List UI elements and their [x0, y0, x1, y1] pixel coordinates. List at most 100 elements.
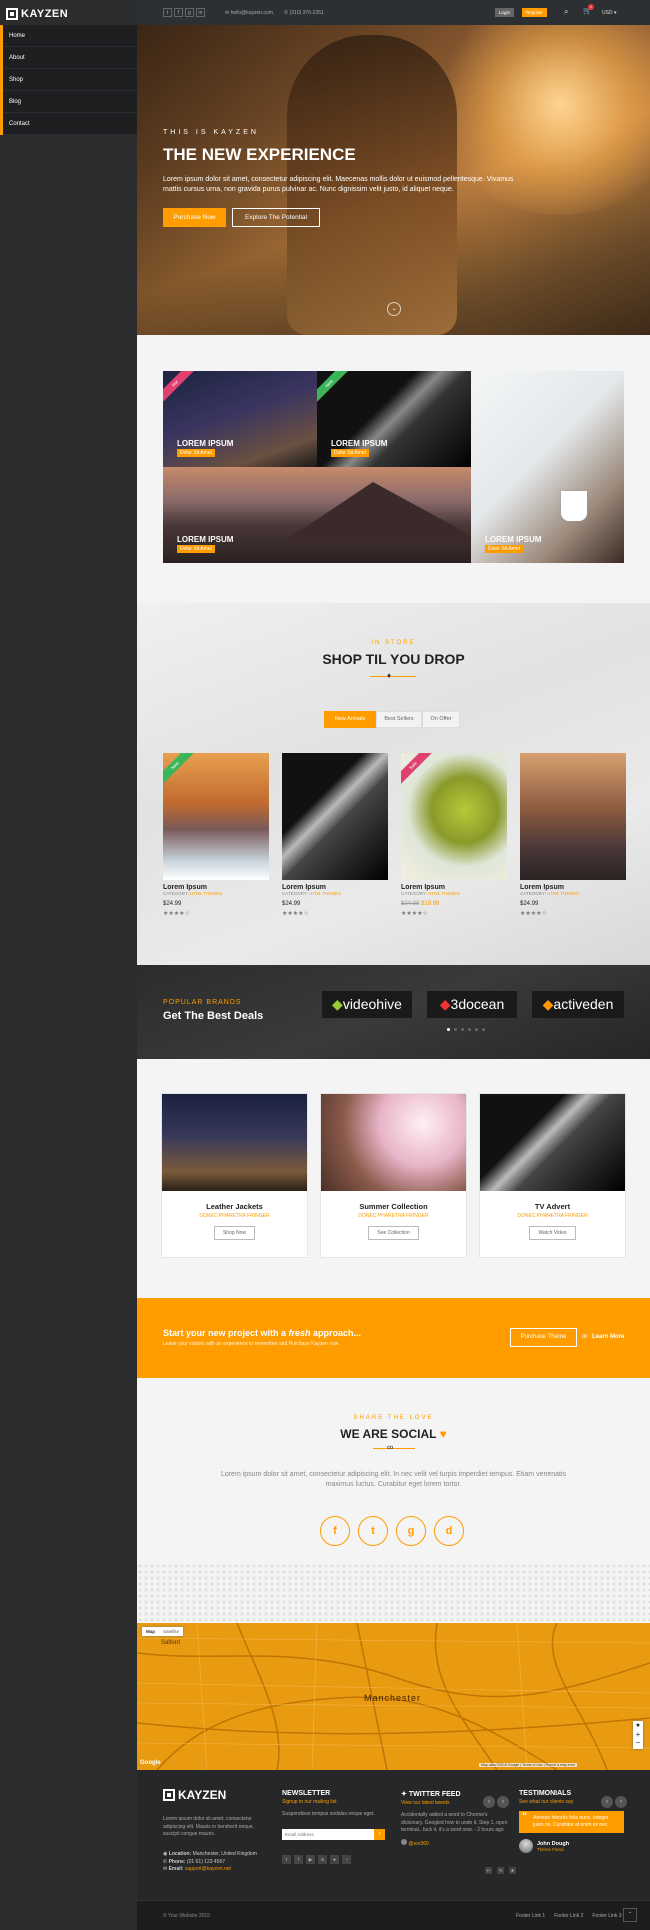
retweet-icon[interactable]: ⟲	[497, 1867, 504, 1874]
product-image[interactable]: New	[163, 753, 269, 880]
product-image[interactable]	[520, 753, 626, 880]
product-image[interactable]: Sale	[401, 753, 507, 880]
zoom-out-button[interactable]: −	[633, 1739, 643, 1748]
google-plus-icon[interactable]: g	[185, 8, 194, 17]
next-testimonial-button[interactable]: ›	[615, 1796, 627, 1808]
see-collection-button[interactable]: See Collection	[368, 1226, 419, 1240]
purchase-theme-button[interactable]: Purchase Theme	[510, 1328, 577, 1347]
featured-tile[interactable]: Hot LOREM IPSUM Dolor Sit Amet	[163, 371, 317, 467]
tweet-author[interactable]: @esr360	[401, 1838, 511, 1849]
carousel-dot[interactable]	[482, 1028, 485, 1031]
prev-tweet-button[interactable]: ‹	[483, 1796, 495, 1808]
flickr-icon[interactable]: ●	[330, 1854, 339, 1864]
explore-button[interactable]: Explore The Potential	[232, 208, 320, 227]
facebook-icon[interactable]: f	[320, 1516, 350, 1546]
dribbble-icon[interactable]: d	[434, 1516, 464, 1546]
login-button[interactable]: Login	[495, 8, 515, 17]
search-icon[interactable]: ⌕	[564, 7, 568, 17]
brand-logo-3docean[interactable]: ◆3docean	[427, 991, 517, 1018]
favorite-icon[interactable]: ★	[509, 1867, 516, 1874]
facebook-icon[interactable]: f	[294, 1854, 303, 1864]
map-provider-logo: Google	[140, 1760, 161, 1766]
footer-link[interactable]: Footer Link 2	[554, 1913, 583, 1919]
map-section[interactable]: Map Satellite Salford Manchester Google …	[137, 1623, 650, 1770]
feature-image[interactable]	[162, 1094, 307, 1191]
github-icon[interactable]: g	[396, 1516, 426, 1546]
map-tab[interactable]: Map	[142, 1627, 159, 1636]
twitter-icon[interactable]: t	[282, 1854, 291, 1864]
cta-title: Start your new project with a fresh appr…	[163, 1328, 361, 1338]
shop-now-button[interactable]: Shop Now	[213, 1226, 256, 1240]
sidebar-item-contact[interactable]: Contact	[3, 113, 137, 135]
tab-on-offer[interactable]: On Offer	[422, 711, 460, 728]
purchase-now-button[interactable]: Purchase Now	[163, 208, 226, 227]
zoom-controls: ● + −	[633, 1721, 643, 1749]
map-report-link[interactable]: Report a map error	[545, 1763, 575, 1767]
prev-testimonial-button[interactable]: ‹	[601, 1796, 613, 1808]
newsletter-email-input[interactable]	[282, 1828, 374, 1840]
category-link[interactable]: HTML THEMES	[428, 891, 460, 896]
next-tweet-button[interactable]: ›	[497, 1796, 509, 1808]
youtube-icon[interactable]: ▶	[306, 1854, 315, 1864]
satellite-tab[interactable]: Satellite	[159, 1627, 183, 1636]
carousel-dot[interactable]	[461, 1028, 464, 1031]
product-card[interactable]: Sale Lorem Ipsum CATEGORY: HTML THEMES $…	[401, 753, 507, 917]
brand-logo-videohive[interactable]: ◆videohive	[322, 991, 412, 1018]
feature-image[interactable]	[321, 1094, 466, 1191]
logo-text: KAYZEN	[21, 8, 69, 20]
category-link[interactable]: HTML THEMES	[547, 891, 579, 896]
product-name[interactable]: Lorem Ipsum	[520, 884, 626, 891]
footer-link[interactable]: Footer Link 1	[516, 1913, 545, 1919]
reply-icon[interactable]: ↩	[485, 1867, 492, 1874]
featured-tile[interactable]: New LOREM IPSUM Dolor Sit Amet	[317, 371, 471, 467]
footer-logo[interactable]: KAYZEN	[163, 1788, 226, 1802]
tab-best-sellers[interactable]: Best Sellers	[376, 711, 422, 728]
currency-select[interactable]: USD ▾	[602, 10, 616, 16]
sidebar-item-home[interactable]: Home	[3, 25, 137, 47]
newsletter-submit-button[interactable]: ›	[374, 1828, 385, 1840]
product-image[interactable]	[282, 753, 388, 880]
sidebar-item-blog[interactable]: Blog	[3, 91, 137, 113]
featured-tile[interactable]: LOREM IPSUM Dolor Sit Amet	[163, 467, 471, 563]
rss-icon[interactable]: ◔	[342, 1854, 351, 1864]
feature-image[interactable]	[480, 1094, 625, 1191]
product-name[interactable]: Lorem Ipsum	[282, 884, 388, 891]
linkedin-icon[interactable]: in	[318, 1854, 327, 1864]
learn-more-link[interactable]: Learn More	[592, 1334, 624, 1340]
product-card[interactable]: Lorem Ipsum CATEGORY: HTML THEMES $24.99…	[520, 753, 626, 917]
map-terms-link[interactable]: Terms of Use	[522, 1763, 543, 1767]
footer-link[interactable]: Footer Link 3	[592, 1913, 621, 1919]
carousel-dot[interactable]	[475, 1028, 478, 1031]
twitter-icon[interactable]: t	[358, 1516, 388, 1546]
register-button[interactable]: Register	[522, 8, 547, 17]
sidebar-item-about[interactable]: About	[3, 47, 137, 69]
topbar-email[interactable]: ✉ hello@kayzen.com	[225, 10, 273, 16]
map-attribution: Map data ©2015 Google | Terms of Use | R…	[479, 1763, 578, 1767]
category-link[interactable]: HTML THEMES	[309, 891, 341, 896]
carousel-dot[interactable]	[447, 1028, 450, 1031]
pegman-icon[interactable]: ●	[633, 1721, 643, 1730]
sidebar-item-shop[interactable]: Shop	[3, 69, 137, 91]
product-card[interactable]: New Lorem Ipsum CATEGORY: HTML THEMES $2…	[163, 753, 269, 917]
brands-kicker: POPULAR BRANDS	[163, 999, 242, 1006]
topbar-phone[interactable]: ✆ (310) 376-2351	[284, 10, 324, 16]
linkedin-icon[interactable]: in	[196, 8, 205, 17]
brand-logo-activeden[interactable]: ◆activeden	[532, 991, 624, 1018]
tab-new-arrivals[interactable]: New Arrivals	[324, 711, 376, 728]
3docean-mark-icon: ◆	[439, 996, 451, 1012]
watch-video-button[interactable]: Watch Video	[529, 1226, 576, 1240]
scroll-down-icon[interactable]: ⌄	[387, 302, 401, 316]
email-link[interactable]: support@kayzen.net	[185, 1866, 231, 1872]
carousel-dot[interactable]	[454, 1028, 457, 1031]
product-name[interactable]: Lorem Ipsum	[163, 884, 269, 891]
twitter-icon[interactable]: t	[163, 8, 172, 17]
product-card[interactable]: Lorem Ipsum CATEGORY: HTML THEMES $24.99…	[282, 753, 388, 917]
product-name[interactable]: Lorem Ipsum	[401, 884, 507, 891]
carousel-dot[interactable]	[468, 1028, 471, 1031]
featured-tile[interactable]: LOREM IPSUM Dolor Sit Amet	[471, 371, 624, 563]
facebook-icon[interactable]: f	[174, 8, 183, 17]
logo[interactable]: KAYZEN	[6, 5, 68, 23]
category-link[interactable]: HTML THEMES	[190, 891, 222, 896]
back-to-top-icon[interactable]: ⌃	[623, 1908, 637, 1922]
social-kicker: SHARE THE LOVE	[353, 1415, 434, 1421]
